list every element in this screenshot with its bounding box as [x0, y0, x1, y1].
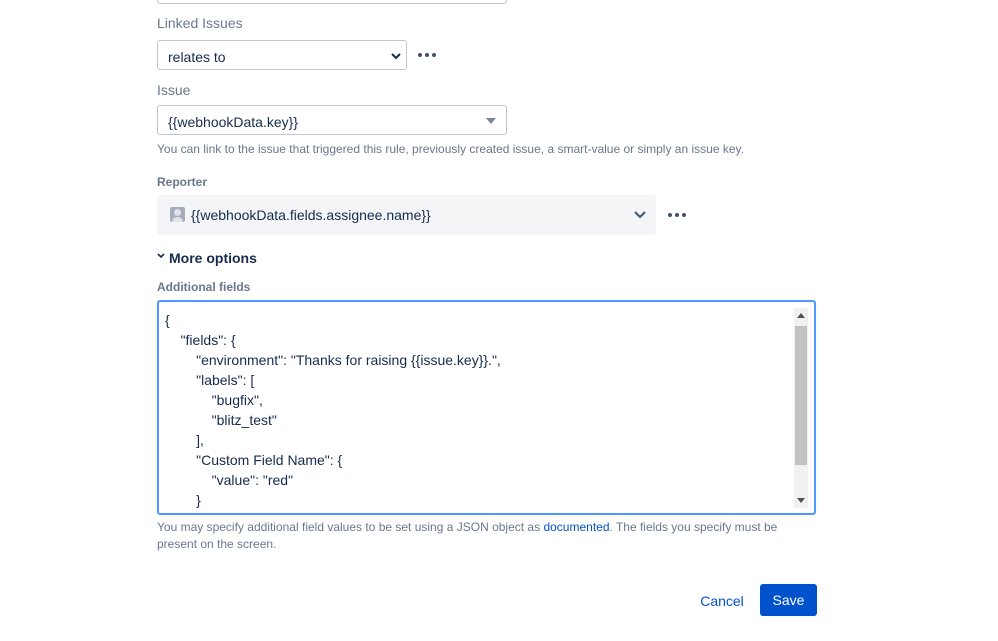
- chevron-down-icon: [634, 211, 646, 219]
- linked-issues-select[interactable]: relates to: [157, 40, 407, 70]
- scrollbar-thumb[interactable]: [795, 326, 807, 465]
- hint-text-before: You may specify additional field values …: [157, 520, 544, 534]
- save-button[interactable]: Save: [760, 584, 817, 616]
- linked-issues-more-icon[interactable]: [416, 49, 438, 61]
- previous-field-edge: [157, 0, 507, 4]
- caret-down-icon: [486, 118, 496, 124]
- user-avatar-icon: [170, 207, 185, 222]
- reporter-label: Reporter: [157, 175, 208, 189]
- scroll-down-arrow-icon[interactable]: [797, 498, 805, 503]
- cancel-button[interactable]: Cancel: [690, 585, 754, 616]
- additional-fields-label: Additional fields: [157, 280, 251, 294]
- chevron-down-icon: [157, 253, 165, 259]
- more-options-toggle[interactable]: More options: [157, 250, 257, 266]
- issue-value: {{webhookData.key}}: [168, 114, 298, 130]
- issue-label: Issue: [157, 82, 191, 98]
- additional-fields-textarea[interactable]: { "fields": { "environment": "Thanks for…: [157, 300, 816, 515]
- additional-fields-json: { "fields": { "environment": "Thanks for…: [165, 312, 501, 508]
- issue-hint: You can link to the issue that triggered…: [157, 142, 744, 156]
- more-options-label: More options: [169, 250, 257, 266]
- reporter-select[interactable]: {{webhookData.fields.assignee.name}}: [157, 195, 656, 235]
- chevron-down-icon: [391, 53, 401, 60]
- reporter-more-icon[interactable]: [666, 209, 688, 221]
- reporter-value: {{webhookData.fields.assignee.name}}: [191, 207, 431, 223]
- issue-select[interactable]: {{webhookData.key}}: [157, 105, 507, 135]
- linked-issues-value: relates to: [168, 49, 226, 65]
- additional-fields-hint: You may specify additional field values …: [157, 519, 797, 553]
- textarea-scrollbar[interactable]: [794, 308, 808, 508]
- scroll-up-arrow-icon[interactable]: [797, 313, 805, 318]
- documented-link[interactable]: documented: [543, 520, 609, 534]
- linked-issues-label: Linked Issues: [157, 15, 243, 31]
